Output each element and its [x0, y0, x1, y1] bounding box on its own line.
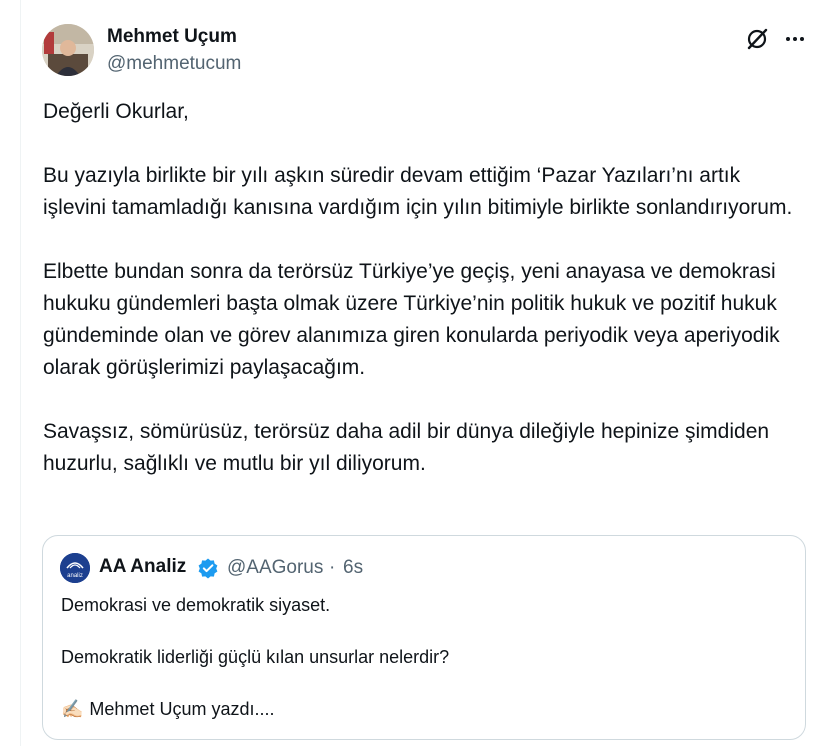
author-handle[interactable]: @mehmetucum [107, 53, 241, 75]
quoted-tweet-text: Demokrasi ve demokratik siyaset. Demokra… [61, 592, 449, 722]
svg-text:analiz: analiz [67, 573, 83, 579]
author-avatar[interactable] [42, 24, 94, 76]
more-options-icon[interactable] [784, 30, 806, 48]
quoted-line-text: Mehmet Uçum yazdı.... [89, 699, 275, 719]
quoted-tweet[interactable]: analiz AA Analiz @AAGorus · 6s Demokrasi… [42, 535, 806, 740]
timeline-rule [20, 0, 21, 746]
quoted-author-handle[interactable]: @AAGorus [227, 557, 323, 579]
tweet-paragraph: Bu yazıyla birlikte bir yılı aşkın süred… [43, 164, 793, 219]
author-name[interactable]: Mehmet Uçum [107, 26, 237, 48]
quoted-author-avatar[interactable]: analiz [60, 553, 90, 583]
quoted-timestamp[interactable]: 6s [343, 557, 363, 579]
quoted-line: ✍🏻 Mehmet Uçum yazdı.... [61, 696, 449, 722]
separator-dot: · [329, 557, 336, 578]
quoted-line: Demokratik liderliği güçlü kılan unsurla… [61, 647, 450, 667]
verified-badge-icon [197, 557, 219, 579]
grok-icon[interactable] [745, 27, 769, 51]
quoted-line: Demokrasi ve demokratik siyaset. [61, 595, 331, 615]
tweet-text: Değerli Okurlar, Bu yazıyla birlikte bir… [43, 96, 803, 480]
writing-hand-icon: ✍🏻 [61, 699, 84, 719]
tweet-paragraph: Değerli Okurlar, [43, 100, 189, 123]
tweet-paragraph: Elbette bundan sonra da terörsüz Türkiye… [43, 260, 780, 379]
quoted-author-name[interactable]: AA Analiz [99, 556, 186, 578]
tweet-paragraph: Savaşsız, sömürüsüz, terörsüz daha adil … [43, 420, 770, 475]
